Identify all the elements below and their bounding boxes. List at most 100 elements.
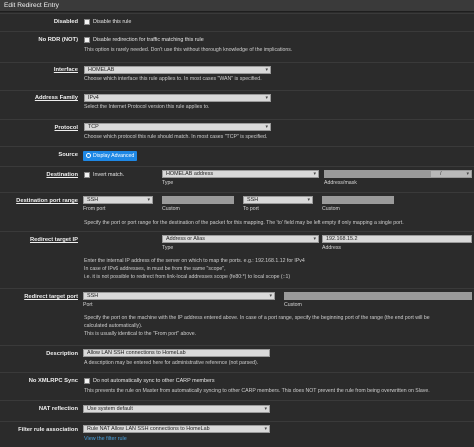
- row-address-family: Address Family IPv4 ▾ Select the Internet…: [0, 90, 474, 114]
- no-xmlrpc-text: Do not automatically sync to other CARP …: [93, 378, 215, 384]
- address-family-value: IPv4: [88, 95, 99, 101]
- redirect-port-value: SSH: [87, 293, 99, 299]
- interface-label: Interface: [53, 67, 78, 73]
- nat-reflection-select[interactable]: Use system default ▾: [83, 405, 270, 413]
- description-label: Description: [46, 351, 78, 357]
- protocol-value: TCP: [88, 124, 99, 130]
- redirect-target-type-select[interactable]: Address or Alias ▾: [162, 235, 319, 243]
- disabled-label: Disabled: [53, 19, 78, 25]
- to-port-custom-caption: Custom: [322, 206, 340, 212]
- chevron-down-icon: ▾: [264, 406, 267, 412]
- address-family-label: Address Family: [34, 95, 78, 101]
- disable-rule-text: Disable this rule: [93, 19, 132, 25]
- filter-rule-association-select[interactable]: Rule NAT Allow LAN SSH connections to Ho…: [83, 425, 270, 433]
- row-nat-reflection: NAT reflection Use system default ▾: [0, 400, 474, 420]
- redirect-target-type-caption: Type: [162, 245, 174, 251]
- redirect-target-ip-help-1: Enter the internal IP address of the ser…: [84, 258, 305, 264]
- redirect-port-custom-input[interactable]: [284, 292, 472, 300]
- row-destination: Destination Invert match. HOMELAB addres…: [0, 166, 474, 191]
- address-family-select[interactable]: IPv4 ▾: [84, 94, 271, 102]
- redirect-target-address-input[interactable]: 192.168.15.2: [322, 235, 472, 243]
- destination-mask-select[interactable]: / ▾: [430, 170, 472, 178]
- destination-address-caption: Address/mask: [324, 180, 357, 186]
- redirect-target-ip-label: Redirect target IP: [30, 237, 78, 243]
- disable-rule-checkbox[interactable]: [84, 19, 90, 25]
- row-destination-port-range: Destination port range SSH ▾ From port Cu…: [0, 192, 474, 230]
- row-source: Source Display Advanced: [0, 146, 474, 164]
- redirect-target-port-help-3: This is usually identical to the "From p…: [84, 331, 197, 337]
- row-filter-rule-association: Filter rule association Rule NAT Allow L…: [0, 421, 474, 447]
- destination-port-range-label: Destination port range: [16, 198, 78, 204]
- gear-icon: [86, 153, 91, 158]
- chevron-down-icon: ▾: [313, 236, 316, 242]
- to-port-select[interactable]: SSH ▾: [243, 196, 313, 204]
- chevron-down-icon: ▾: [147, 197, 150, 203]
- redirect-target-ip-help-3: i.e. it is not possible to redirect from…: [84, 274, 291, 280]
- redirect-port-custom-caption: Custom: [284, 302, 302, 308]
- chevron-down-icon: ▾: [307, 197, 310, 203]
- filter-rule-association-value: Rule NAT Allow LAN SSH connections to Ho…: [87, 426, 210, 432]
- destination-address-input[interactable]: [324, 170, 430, 178]
- address-family-help: Select the Internet Protocol version thi…: [84, 104, 210, 110]
- chevron-down-icon: ▾: [313, 171, 316, 177]
- interface-value: HOMELAB: [88, 67, 115, 73]
- filter-rule-association-label: Filter rule association: [18, 427, 78, 433]
- row-redirect-target-port: Redirect target port SSH ▾ Port Custom Sp…: [0, 288, 474, 344]
- view-filter-rule-link[interactable]: View the filter rule: [84, 436, 127, 443]
- interface-help: Choose which interface this rule applies…: [84, 76, 262, 82]
- slash-separator: /: [440, 171, 442, 177]
- no-rdr-help: This option is rarely needed. Don't use …: [84, 47, 293, 53]
- row-interface: Interface HOMELAB ▾ Choose which interfac…: [0, 62, 474, 86]
- redirect-target-ip-help-2: In case of IPv6 addresses, in must be fr…: [84, 266, 226, 272]
- chevron-down-icon: ▾: [269, 293, 272, 299]
- destination-type-select[interactable]: HOMELAB address ▾: [162, 170, 319, 178]
- redirect-target-port-help-1: Specify the port on the machine with the…: [84, 315, 430, 321]
- row-description: Description Allow LAN SSH connections to…: [0, 345, 474, 371]
- from-port-custom-caption: Custom: [162, 206, 180, 212]
- to-port-caption: To port: [243, 206, 259, 212]
- panel-title: Edit Redirect Entry: [0, 0, 474, 12]
- display-advanced-button[interactable]: Display Advanced: [83, 151, 138, 161]
- invert-match-checkbox[interactable]: [84, 172, 90, 178]
- row-no-xmlrpc: No XMLRPC Sync Do not automatically sync…: [0, 372, 474, 398]
- invert-match-text: Invert match.: [93, 172, 125, 178]
- no-xmlrpc-help: This prevents the rule on Master from au…: [84, 388, 430, 394]
- chevron-down-icon: ▾: [466, 171, 469, 177]
- from-port-caption: From port: [83, 206, 106, 212]
- protocol-help: Choose which protocol this rule should m…: [84, 134, 268, 140]
- interface-select[interactable]: HOMELAB ▾: [84, 66, 271, 74]
- nat-reflection-label: NAT reflection: [38, 406, 78, 412]
- source-label: Source: [58, 152, 78, 158]
- destination-type-caption: Type: [162, 180, 174, 186]
- no-xmlrpc-checkbox[interactable]: [84, 378, 90, 384]
- chevron-down-icon: ▾: [265, 95, 268, 101]
- edit-redirect-panel: Edit Redirect Entry Disabled Disable thi…: [0, 0, 474, 447]
- no-rdr-label: No RDR (NOT): [38, 37, 78, 43]
- redirect-target-port-label: Redirect target port: [24, 294, 78, 300]
- redirect-target-port-help-2: calculated automatically).: [84, 323, 143, 329]
- from-port-value: SSH: [87, 197, 99, 203]
- no-xmlrpc-label: No XMLRPC Sync: [28, 378, 78, 384]
- row-protocol: Protocol TCP ▾ Choose which protocol this…: [0, 119, 474, 145]
- nat-reflection-value: Use system default: [87, 406, 133, 412]
- protocol-select[interactable]: TCP ▾: [84, 123, 271, 131]
- to-port-custom-input[interactable]: [322, 196, 394, 204]
- destination-type-value: HOMELAB address: [166, 171, 214, 177]
- no-rdr-text: Disable redirection for traffic matching…: [93, 37, 204, 43]
- no-rdr-checkbox[interactable]: [84, 37, 90, 43]
- destination-port-range-help: Specify the port or port range for the d…: [84, 220, 404, 226]
- chevron-down-icon: ▾: [264, 426, 267, 432]
- row-no-rdr: No RDR (NOT) Disable redirection for tra…: [0, 31, 474, 57]
- destination-label: Destination: [46, 172, 78, 178]
- description-help: A description may be entered here for ad…: [84, 360, 259, 366]
- from-port-select[interactable]: SSH ▾: [83, 196, 153, 204]
- chevron-down-icon: ▾: [265, 67, 268, 73]
- redirect-target-address-caption: Address: [322, 245, 342, 251]
- from-port-custom-input[interactable]: [162, 196, 234, 204]
- chevron-down-icon: ▾: [265, 124, 268, 130]
- protocol-label: Protocol: [54, 125, 78, 131]
- description-input[interactable]: Allow LAN SSH connections to HomeLab: [83, 349, 270, 357]
- redirect-target-type-value: Address or Alias: [166, 236, 205, 242]
- row-disabled: Disabled Disable this rule: [0, 13, 474, 30]
- redirect-port-select[interactable]: SSH ▾: [83, 292, 275, 300]
